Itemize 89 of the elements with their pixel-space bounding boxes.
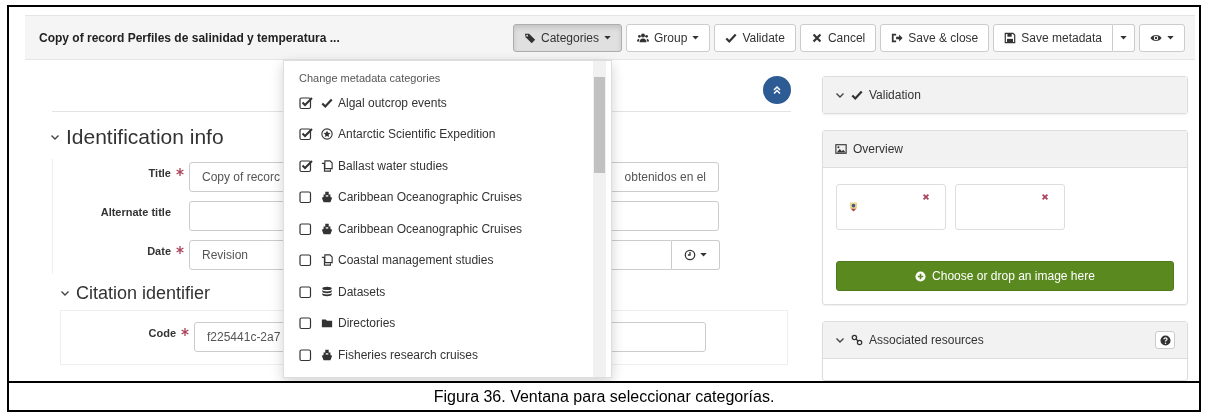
chevron-icon — [835, 90, 845, 100]
copy-icon — [321, 159, 333, 172]
category-label: Ballast water studies — [338, 158, 449, 173]
field-label: Date — [146, 244, 171, 257]
menu-item[interactable]: Caribbean Oceanographic Cruises — [299, 181, 579, 213]
caret-icon — [692, 35, 700, 40]
checkbox[interactable] — [299, 127, 313, 142]
chevron-icon — [60, 288, 70, 298]
scrollbar[interactable] — [593, 61, 606, 377]
chevron-icon — [835, 335, 845, 345]
ship-icon — [321, 222, 333, 235]
category-label: Coastal management studies — [338, 253, 494, 268]
help-icon — [1159, 334, 1171, 346]
close-icon — [810, 31, 823, 44]
toolbar-button[interactable] — [1139, 23, 1185, 52]
badge-icon — [321, 128, 333, 141]
ship-icon — [321, 191, 333, 204]
caret-icon — [1120, 35, 1127, 40]
clock-icon — [684, 248, 696, 261]
users-icon — [637, 31, 650, 44]
collapse-all-button[interactable] — [763, 76, 791, 104]
database-icon — [321, 285, 333, 298]
checkbox[interactable] — [299, 347, 313, 362]
thumbnail-card[interactable] — [836, 184, 946, 230]
panel-header[interactable]: Validation — [823, 77, 1187, 113]
checkbox[interactable] — [299, 284, 313, 299]
help-button[interactable] — [1155, 331, 1175, 349]
checkbox[interactable] — [299, 221, 313, 236]
check-icon — [725, 31, 738, 44]
remove-icon[interactable] — [1041, 193, 1049, 201]
link-icon — [851, 334, 863, 346]
panel-title: Associated resources — [869, 333, 984, 347]
toolbar-button[interactable]: Cancel — [799, 23, 877, 52]
toolbar-button[interactable]: Save metadata — [993, 23, 1113, 52]
toolbar-button[interactable]: Validate — [714, 23, 796, 52]
menu-item[interactable]: Caribbean Oceanographic Cruises — [299, 213, 579, 245]
folder-icon — [321, 317, 333, 330]
ship-icon — [321, 348, 333, 361]
field-label: Title — [147, 166, 171, 179]
checkbox[interactable] — [299, 253, 313, 268]
panel-title: Validation — [869, 88, 921, 102]
menu-item[interactable]: Fisheries research cruises — [299, 339, 579, 371]
checkbox[interactable] — [299, 95, 313, 110]
plus-icon — [915, 270, 927, 282]
toolbar-button[interactable]: Save & close — [880, 23, 990, 52]
checkbox[interactable] — [299, 158, 313, 173]
double-up-icon — [772, 85, 782, 95]
field-label: Code — [147, 326, 176, 339]
toolbar-button[interactable]: Group — [626, 23, 711, 52]
menu-item[interactable]: Datasets — [299, 276, 579, 308]
checkbox[interactable] — [299, 190, 313, 205]
panel-header[interactable]: Associated resources — [823, 322, 1187, 359]
category-label: Caribbean Oceanographic Cruises — [338, 221, 523, 236]
menu-item[interactable]: Coastal management studies — [299, 244, 579, 276]
section-heading: Citation identifier — [76, 282, 211, 304]
menu-item[interactable]: Antarctic Scientific Expedition — [299, 118, 579, 150]
caret-icon — [1167, 35, 1174, 40]
panel-title: Overview — [853, 142, 903, 156]
figure-caption: Figura 36. Ventana para seleccionar categorías. — [433, 387, 775, 406]
copy-icon — [321, 254, 333, 267]
category-label: Algal outcrop events — [338, 95, 447, 110]
category-label: Fisheries research cruises — [338, 347, 479, 362]
menu-item[interactable]: Directories — [299, 307, 579, 339]
upload-button[interactable]: Choose or drop an image here — [836, 261, 1174, 291]
category-label: Directories — [338, 316, 396, 331]
check-icon — [851, 89, 863, 101]
section-heading: Identification info — [66, 125, 224, 149]
thumbnail-card[interactable] — [955, 184, 1065, 230]
checkbox[interactable] — [299, 316, 313, 331]
image-icon — [835, 143, 847, 155]
date-picker-button[interactable] — [672, 239, 720, 270]
exit-icon — [891, 31, 904, 44]
remove-icon[interactable] — [922, 193, 930, 201]
dropdown-toggle[interactable] — [1113, 23, 1135, 52]
save-icon — [1004, 31, 1017, 44]
record-title: Copy of record Perfiles de salinidad y temperatura ... — [39, 30, 341, 45]
field-label: Alternate title — [99, 205, 171, 218]
category-label: Datasets — [338, 284, 386, 299]
chevron-icon — [50, 132, 60, 142]
caret-icon — [604, 35, 612, 40]
toolbar-button[interactable]: Categories — [513, 23, 623, 52]
category-label: Antarctic Scientific Expedition — [338, 127, 496, 142]
check-icon — [321, 96, 333, 109]
menu-header: Change metadata categories — [299, 71, 442, 86]
category-label: Caribbean Oceanographic Cruises — [338, 190, 523, 205]
caret-icon — [700, 252, 707, 257]
menu-item[interactable]: Algal outcrop events — [299, 87, 579, 119]
menu-item[interactable]: Ballast water studies — [299, 150, 579, 182]
tag-icon — [524, 31, 536, 44]
